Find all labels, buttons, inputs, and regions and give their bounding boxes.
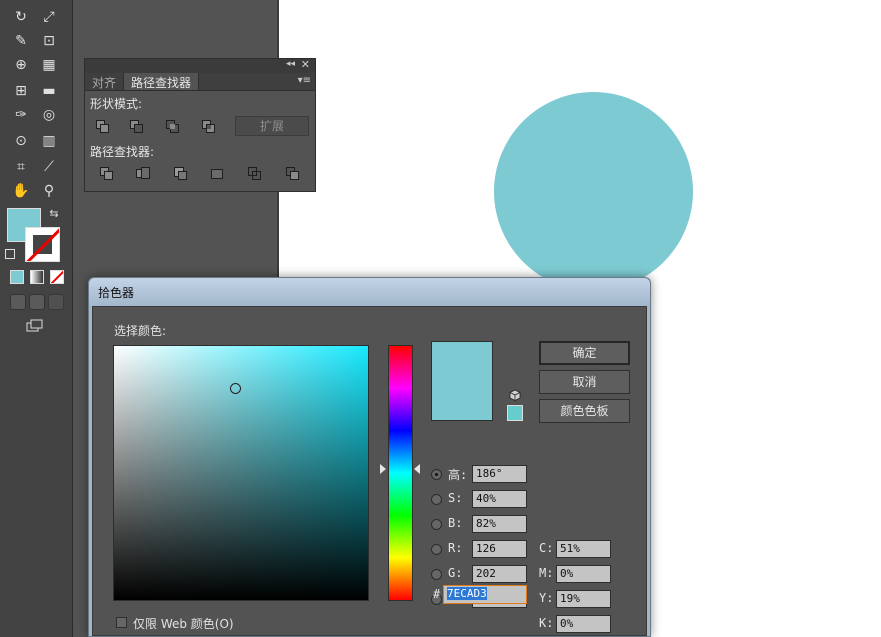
artboard-icon[interactable]: ⌗ <box>10 156 32 178</box>
none-mode-button[interactable] <box>50 270 64 284</box>
hex-label: # <box>433 587 441 601</box>
saturation-brightness-field[interactable] <box>113 345 369 601</box>
color-mode-button[interactable] <box>10 270 24 284</box>
dialog-body: 选择颜色: 确定 取消 颜色色板 高: 186° S: 40% B: 82% R: 126 G:… <box>92 306 647 636</box>
intersect-icon[interactable] <box>165 119 181 135</box>
yellow-input[interactable]: 19% <box>556 590 611 608</box>
brightness-label: B: <box>448 516 463 530</box>
gradient-mode-button[interactable] <box>30 270 44 284</box>
lasso-rotate-icon[interactable]: ↻ <box>10 6 32 28</box>
draw-behind-icon[interactable] <box>29 294 45 310</box>
collapse-icon[interactable]: ◂◂ <box>286 59 295 69</box>
saturation-radio[interactable] <box>431 494 442 505</box>
default-colors-icon[interactable] <box>5 249 15 259</box>
expand-button[interactable]: 扩展 <box>235 116 309 136</box>
minus-front-icon[interactable] <box>129 119 145 135</box>
divide-icon[interactable] <box>99 166 115 182</box>
eyedropper-icon[interactable]: ✑ <box>10 104 32 126</box>
free-transform-icon[interactable]: ⊡ <box>38 30 60 52</box>
color-swatches-button[interactable]: 颜色色板 <box>539 399 630 423</box>
panel-menu-icon[interactable]: ▾≡ <box>298 75 311 86</box>
minus-back-icon[interactable] <box>285 166 301 182</box>
red-label: R: <box>448 541 463 555</box>
brightness-radio[interactable] <box>431 519 442 530</box>
mesh-icon[interactable]: ⊞ <box>10 80 32 102</box>
web-color-cube-icon[interactable] <box>509 389 521 401</box>
color-picker-dialog: 拾色器 选择颜色: 确定 取消 颜色色板 高: 186° S: 40% B: 82% R: 1… <box>88 277 651 637</box>
hue-arrow-right-icon[interactable] <box>414 464 420 474</box>
merge-icon[interactable] <box>173 166 189 182</box>
tab-pathfinder[interactable]: 路径查找器 <box>123 73 200 90</box>
outline-icon[interactable] <box>247 166 263 182</box>
magenta-input[interactable]: 0% <box>556 565 611 583</box>
magenta-label: M: <box>539 566 554 580</box>
crop-icon[interactable] <box>209 166 225 182</box>
dialog-titlebar[interactable]: 拾色器 <box>89 278 650 306</box>
new-color-swatch <box>431 341 493 421</box>
green-label: G: <box>448 566 463 580</box>
brightness-input[interactable]: 82% <box>472 515 527 533</box>
cancel-button[interactable]: 取消 <box>539 370 630 394</box>
black-input[interactable]: 0% <box>556 615 611 633</box>
column-graph-icon[interactable]: ▥ <box>38 130 60 152</box>
draw-inside-icon[interactable] <box>48 294 64 310</box>
hue-slider[interactable] <box>388 345 413 601</box>
web-only-checkbox[interactable] <box>116 617 127 628</box>
green-input[interactable]: 202 <box>472 565 527 583</box>
black-label: K: <box>539 616 554 630</box>
hue-radio[interactable] <box>431 469 442 480</box>
ok-button[interactable]: 确定 <box>539 341 630 365</box>
red-radio[interactable] <box>431 544 442 555</box>
trim-icon[interactable] <box>135 166 151 182</box>
select-color-label: 选择颜色: <box>114 324 167 338</box>
shape-modes-label: 形状模式: <box>90 97 143 111</box>
hex-input[interactable]: 7ECAD3 <box>443 585 527 604</box>
symbol-sprayer-icon[interactable]: ⊙ <box>10 130 32 152</box>
close-icon[interactable]: ✕ <box>301 58 310 71</box>
cyan-label: C: <box>539 541 554 555</box>
color-marker[interactable] <box>230 383 241 394</box>
perspective-grid-icon[interactable]: ▦ <box>38 54 60 76</box>
warp-icon[interactable]: ✎ <box>10 30 32 52</box>
pathfinders-label: 路径查找器: <box>90 145 155 159</box>
unite-icon[interactable] <box>95 119 111 135</box>
pathfinder-panel: ◂◂ ✕ 对齐 路径查找器 ▾≡ 形状模式: 扩展 路径查找器: <box>84 58 316 192</box>
scale-icon[interactable]: ⤢ <box>38 6 60 28</box>
red-input[interactable]: 126 <box>472 540 527 558</box>
tools-panel: ↻ ⤢ ✎ ⊡ ⊕ ▦ ⊞ ▬ ✑ ◎ ⊙ ▥ ⌗ ⟋ ✋ ⚲ ⇆ <box>0 0 73 637</box>
panel-topbar[interactable]: ◂◂ ✕ <box>85 58 315 73</box>
cyan-circle-shape[interactable] <box>494 92 693 291</box>
shape-builder-icon[interactable]: ⊕ <box>10 54 32 76</box>
green-radio[interactable] <box>431 569 442 580</box>
panel-tabs: 对齐 路径查找器 ▾≡ <box>85 73 315 91</box>
hue-label: 高: <box>448 468 468 482</box>
hex-value: 7ECAD3 <box>447 587 487 600</box>
zoom-icon[interactable]: ⚲ <box>38 180 60 202</box>
gradient-icon[interactable]: ▬ <box>38 80 60 102</box>
yellow-label: Y: <box>539 591 554 605</box>
swap-fill-stroke-icon[interactable]: ⇆ <box>45 204 63 222</box>
cyan-input[interactable]: 51% <box>556 540 611 558</box>
dialog-title: 拾色器 <box>98 286 135 300</box>
hand-icon[interactable]: ✋ <box>10 180 32 202</box>
draw-normal-icon[interactable] <box>10 294 26 310</box>
screen-mode-icon[interactable] <box>23 315 45 337</box>
saturation-label: S: <box>448 491 463 505</box>
web-safe-swatch[interactable] <box>507 405 523 421</box>
blend-icon[interactable]: ◎ <box>38 104 60 126</box>
tab-align[interactable]: 对齐 <box>85 73 123 90</box>
hue-arrow-left-icon[interactable] <box>380 464 386 474</box>
saturation-input[interactable]: 40% <box>472 490 527 508</box>
web-only-label: 仅限 Web 颜色(O) <box>133 617 234 631</box>
hue-input[interactable]: 186° <box>472 465 527 483</box>
stroke-swatch[interactable] <box>25 227 60 262</box>
slice-icon[interactable]: ⟋ <box>38 156 60 178</box>
exclude-icon[interactable] <box>201 119 217 135</box>
